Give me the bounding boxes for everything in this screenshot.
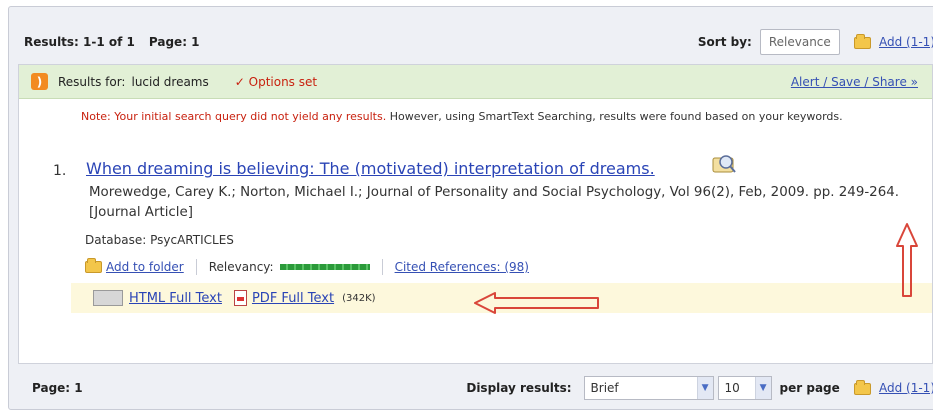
- record-number: 1.: [53, 163, 67, 179]
- results-count: Results: 1-1 of 1: [24, 35, 135, 49]
- pdf-full-text-link[interactable]: PDF Full Text: [252, 291, 334, 306]
- folder-icon: [853, 33, 871, 49]
- per-page-value: 10: [724, 381, 740, 395]
- results-for-prefix: Results for:: [58, 74, 126, 89]
- sort-select[interactable]: Relevance: [759, 29, 840, 55]
- note-text: However, using SmartText Searching, resu…: [386, 110, 843, 123]
- footer-page-indicator: Page: 1: [32, 381, 83, 395]
- footer-add-all-button[interactable]: Add (1-1): [853, 379, 933, 395]
- note-warning: Note: Your initial search query did not …: [81, 110, 387, 123]
- display-format-select[interactable]: Brief ▼: [583, 376, 714, 400]
- folder-icon: [853, 379, 871, 395]
- chevron-down-icon: ▼: [754, 377, 771, 399]
- alert-save-share-link[interactable]: Alert / Save / Share »: [791, 75, 918, 89]
- cited-references-link[interactable]: Cited References: (98): [395, 260, 529, 274]
- display-results-label: Display results:: [466, 381, 572, 395]
- footer-add-all-link[interactable]: Add (1-1): [879, 381, 933, 395]
- chevron-down-icon: ▼: [696, 377, 713, 399]
- results-footer: Page: 1 Display results: Brief ▼ 10 ▼ pe…: [10, 370, 933, 406]
- folder-icon: [85, 258, 102, 273]
- add-to-folder-link[interactable]: Add to folder: [106, 260, 184, 274]
- options-set-link[interactable]: ✓ Options set: [235, 75, 317, 89]
- full-text-row: HTML Full Text PDF Full Text (342K): [71, 283, 932, 313]
- relevancy-label: Relevancy:: [208, 260, 274, 274]
- divider: [381, 259, 383, 275]
- sort-label: Sort by:: [697, 35, 752, 49]
- per-page-label: per page: [779, 381, 840, 395]
- search-query: lucid dreams: [131, 74, 209, 89]
- display-format-value: Brief: [590, 381, 619, 395]
- relevancy-bar: [279, 264, 370, 270]
- results-for-bar: ) Results for: lucid dreams ✓ Options se…: [19, 65, 932, 99]
- record-actions: Add to folder Relevancy: Cited Reference…: [85, 257, 529, 277]
- per-page-select[interactable]: 10 ▼: [717, 376, 772, 400]
- html-page-icon[interactable]: [93, 290, 123, 306]
- pdf-icon[interactable]: [233, 290, 247, 306]
- pdf-file-size: (342K): [342, 292, 376, 304]
- record-source: Morewedge, Carey K.; Norton, Michael I.;…: [89, 185, 899, 220]
- page-indicator: Page: 1: [148, 35, 200, 49]
- rss-icon[interactable]: ): [31, 73, 48, 90]
- add-all-button[interactable]: Add (1-1): [853, 33, 933, 49]
- preview-icon[interactable]: [711, 153, 737, 175]
- divider: [195, 259, 197, 275]
- record-database: Database: PsycARTICLES: [85, 233, 234, 247]
- html-full-text-link[interactable]: HTML Full Text: [129, 291, 222, 306]
- add-all-link[interactable]: Add (1-1): [879, 35, 933, 49]
- results-header: Results: 1-1 of 1 Page: 1 Sort by: Relev…: [10, 20, 933, 64]
- record-title-link[interactable]: When dreaming is believing: The (motivat…: [86, 159, 655, 178]
- results-panel: ) Results for: lucid dreams ✓ Options se…: [18, 64, 933, 364]
- smarttext-note: Note: Your initial search query did not …: [81, 109, 901, 124]
